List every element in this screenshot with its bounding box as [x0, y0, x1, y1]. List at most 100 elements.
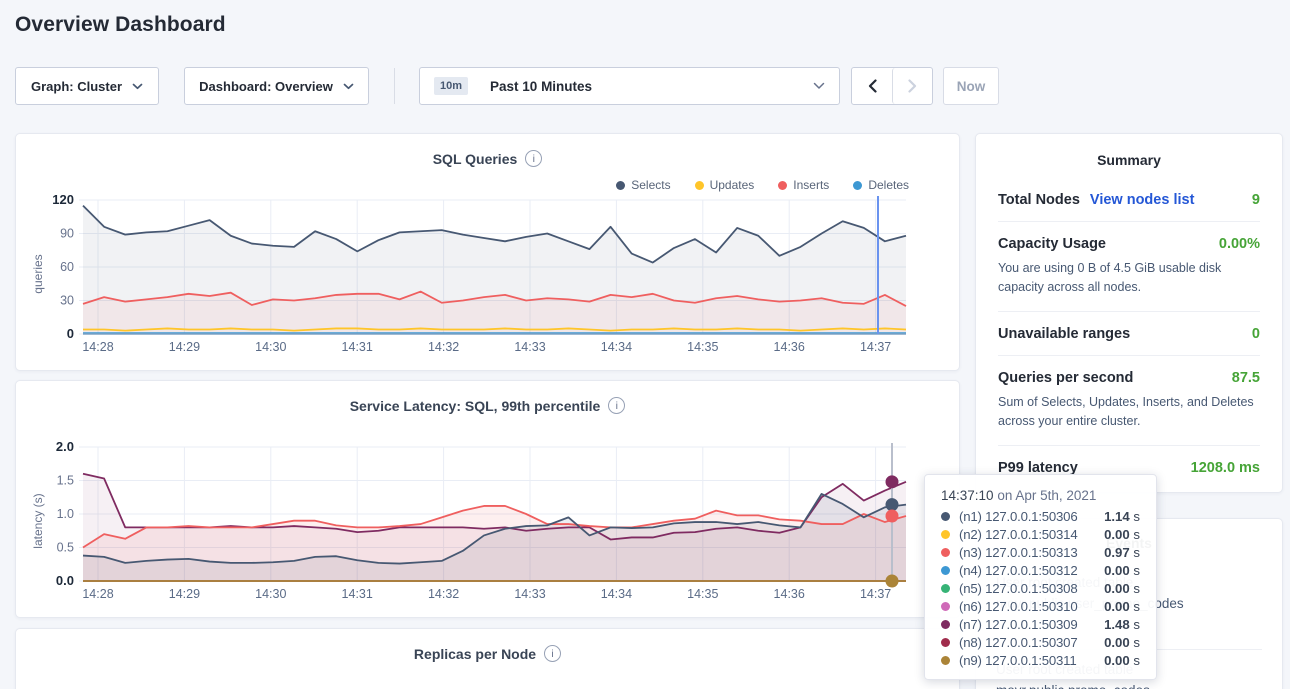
- hover-dot: [886, 575, 899, 588]
- svg-text:14:29: 14:29: [169, 587, 200, 601]
- node-address: (n9) 127.0.0.1:50311: [959, 653, 1076, 668]
- svg-text:2.0: 2.0: [56, 439, 74, 454]
- summary-row-total-nodes: Total Nodes View nodes list 9: [998, 178, 1260, 221]
- tooltip-node-row: (n2) 127.0.0.1:50314 0.00 s: [941, 525, 1140, 543]
- svg-text:14:32: 14:32: [428, 587, 459, 601]
- total-nodes-value: 9: [1252, 192, 1260, 208]
- time-range-label: Past 10 Minutes: [490, 79, 592, 94]
- svg-text:14:28: 14:28: [82, 340, 113, 354]
- controls-bar: Graph: Cluster Dashboard: Overview 10m P…: [15, 67, 999, 105]
- service-latency-chart-card: Service Latency: SQL, 99th percentile i …: [15, 380, 960, 618]
- view-nodes-list-link[interactable]: View nodes list: [1090, 192, 1195, 208]
- summary-row-queries-per-second: Queries per second 87.5 Sum of Selects, …: [998, 355, 1260, 445]
- svg-text:14:37: 14:37: [860, 340, 891, 354]
- tooltip-node-row: (n7) 127.0.0.1:503091.48 s: [941, 615, 1140, 633]
- chevron-down-icon: [343, 83, 354, 90]
- replicas-chart-title: Replicas per Node: [414, 646, 536, 662]
- tooltip-node-row: (n8) 127.0.0.1:503070.00 s: [941, 633, 1140, 651]
- svg-text:14:36: 14:36: [774, 340, 805, 354]
- svg-text:120: 120: [52, 192, 74, 207]
- time-range-dropdown[interactable]: 10m Past 10 Minutes: [419, 67, 840, 105]
- svg-text:14:35: 14:35: [687, 340, 718, 354]
- hover-dot: [886, 475, 899, 488]
- node-latency-value: 0.00 s: [1104, 599, 1140, 614]
- svg-text:14:34: 14:34: [601, 340, 632, 354]
- node-color-dot-icon: [941, 548, 950, 557]
- node-address: (n2) 127.0.0.1:50314: [959, 527, 1077, 542]
- svg-text:14:30: 14:30: [255, 340, 286, 354]
- chart-hover-tooltip: 14:37:10 on Apr 5th, 2021 (n1) 127.0.0.1…: [924, 474, 1157, 680]
- unavailable-ranges-value: 0: [1252, 326, 1260, 342]
- summary-row-unavailable-ranges: Unavailable ranges 0: [998, 311, 1260, 355]
- p99-latency-value: 1208.0 ms: [1191, 460, 1260, 476]
- time-next-button[interactable]: [892, 68, 932, 104]
- queries-per-second-description: Sum of Selects, Updates, Inserts, and De…: [998, 393, 1260, 432]
- node-latency-value: 0.00 s: [1104, 581, 1140, 596]
- summary-row-capacity-usage: Capacity Usage 0.00% You are using 0 B o…: [998, 221, 1260, 311]
- hover-dot: [886, 510, 899, 523]
- node-address: (n7) 127.0.0.1:50309: [959, 617, 1077, 632]
- svg-text:14:34: 14:34: [601, 587, 632, 601]
- node-color-dot-icon: [941, 638, 950, 647]
- dashboard-dropdown-label: Dashboard: Overview: [199, 79, 333, 94]
- capacity-usage-value: 0.00%: [1219, 236, 1260, 252]
- svg-text:14:32: 14:32: [428, 340, 459, 354]
- node-address: (n3) 127.0.0.1:50313: [959, 545, 1077, 560]
- dashboard-dropdown[interactable]: Dashboard: Overview: [184, 67, 369, 105]
- tooltip-node-row: (n3) 127.0.0.1:503130.97 s: [941, 543, 1140, 561]
- time-range-badge: 10m: [434, 77, 468, 95]
- node-address: (n5) 127.0.0.1:50308: [959, 581, 1077, 596]
- chevron-down-icon: [813, 82, 825, 90]
- controls-divider: [394, 68, 395, 104]
- svg-text:14:36: 14:36: [774, 587, 805, 601]
- total-nodes-label: Total Nodes: [998, 192, 1080, 208]
- tooltip-node-row: (n1) 127.0.0.1:50306 1.14 s: [941, 507, 1140, 525]
- node-color-dot-icon: [941, 656, 950, 665]
- capacity-usage-description: You are using 0 B of 4.5 GiB usable disk…: [998, 259, 1260, 298]
- chevron-down-icon: [132, 83, 143, 90]
- tooltip-node-row: (n9) 127.0.0.1:503110.00 s: [941, 651, 1140, 669]
- time-step-buttons: [851, 67, 933, 105]
- now-button[interactable]: Now: [943, 67, 999, 105]
- graph-dropdown-label: Graph: Cluster: [31, 79, 122, 94]
- svg-text:0: 0: [67, 326, 74, 341]
- summary-panel: Summary Total Nodes View nodes list 9 Ca…: [975, 133, 1283, 493]
- svg-text:0.5: 0.5: [57, 541, 74, 555]
- node-color-dot-icon: [941, 530, 950, 539]
- svg-text:14:31: 14:31: [342, 587, 373, 601]
- node-latency-value: 0.00 s: [1104, 563, 1140, 578]
- service-latency-chart[interactable]: 14:2814:2914:3014:3114:3214:3314:3414:35…: [16, 381, 961, 619]
- svg-text:0.0: 0.0: [56, 573, 74, 588]
- info-icon[interactable]: i: [544, 645, 561, 662]
- sql-queries-chart-card: SQL Queries i SelectsUpdatesInsertsDelet…: [15, 133, 960, 371]
- capacity-usage-label: Capacity Usage: [998, 236, 1106, 252]
- tooltip-timestamp: 14:37:10 on Apr 5th, 2021: [941, 488, 1140, 503]
- sql-queries-chart[interactable]: 14:2814:2914:3014:3114:3214:3314:3414:35…: [16, 134, 961, 372]
- svg-text:1.5: 1.5: [57, 474, 74, 488]
- svg-text:14:33: 14:33: [514, 340, 545, 354]
- svg-text:14:37: 14:37: [860, 587, 891, 601]
- node-address: (n1) 127.0.0.1:50306: [959, 509, 1077, 524]
- node-latency-value: 0.00 s: [1104, 527, 1140, 542]
- summary-title: Summary: [998, 152, 1260, 168]
- node-address: (n6) 127.0.0.1:50310: [959, 599, 1077, 614]
- tooltip-node-row: (n4) 127.0.0.1:50312 0.00 s: [941, 561, 1140, 579]
- page-title: Overview Dashboard: [15, 13, 226, 37]
- node-latency-value: 1.14 s: [1104, 509, 1140, 524]
- node-color-dot-icon: [941, 584, 950, 593]
- svg-text:14:28: 14:28: [82, 587, 113, 601]
- hover-dot: [886, 498, 899, 511]
- node-color-dot-icon: [941, 602, 950, 611]
- tooltip-node-row: (n5) 127.0.0.1:50308 0.00 s: [941, 579, 1140, 597]
- svg-text:90: 90: [60, 227, 74, 241]
- tooltip-node-row: (n6) 127.0.0.1:50310 0.00 s: [941, 597, 1140, 615]
- node-color-dot-icon: [941, 512, 950, 521]
- time-prev-button[interactable]: [852, 68, 892, 104]
- node-color-dot-icon: [941, 620, 950, 629]
- node-address: (n4) 127.0.0.1:50312: [959, 563, 1077, 578]
- svg-text:14:29: 14:29: [169, 340, 200, 354]
- graph-dropdown[interactable]: Graph: Cluster: [15, 67, 159, 105]
- queries-per-second-value: 87.5: [1232, 370, 1260, 386]
- node-color-dot-icon: [941, 566, 950, 575]
- node-address: (n8) 127.0.0.1:50307: [959, 635, 1077, 650]
